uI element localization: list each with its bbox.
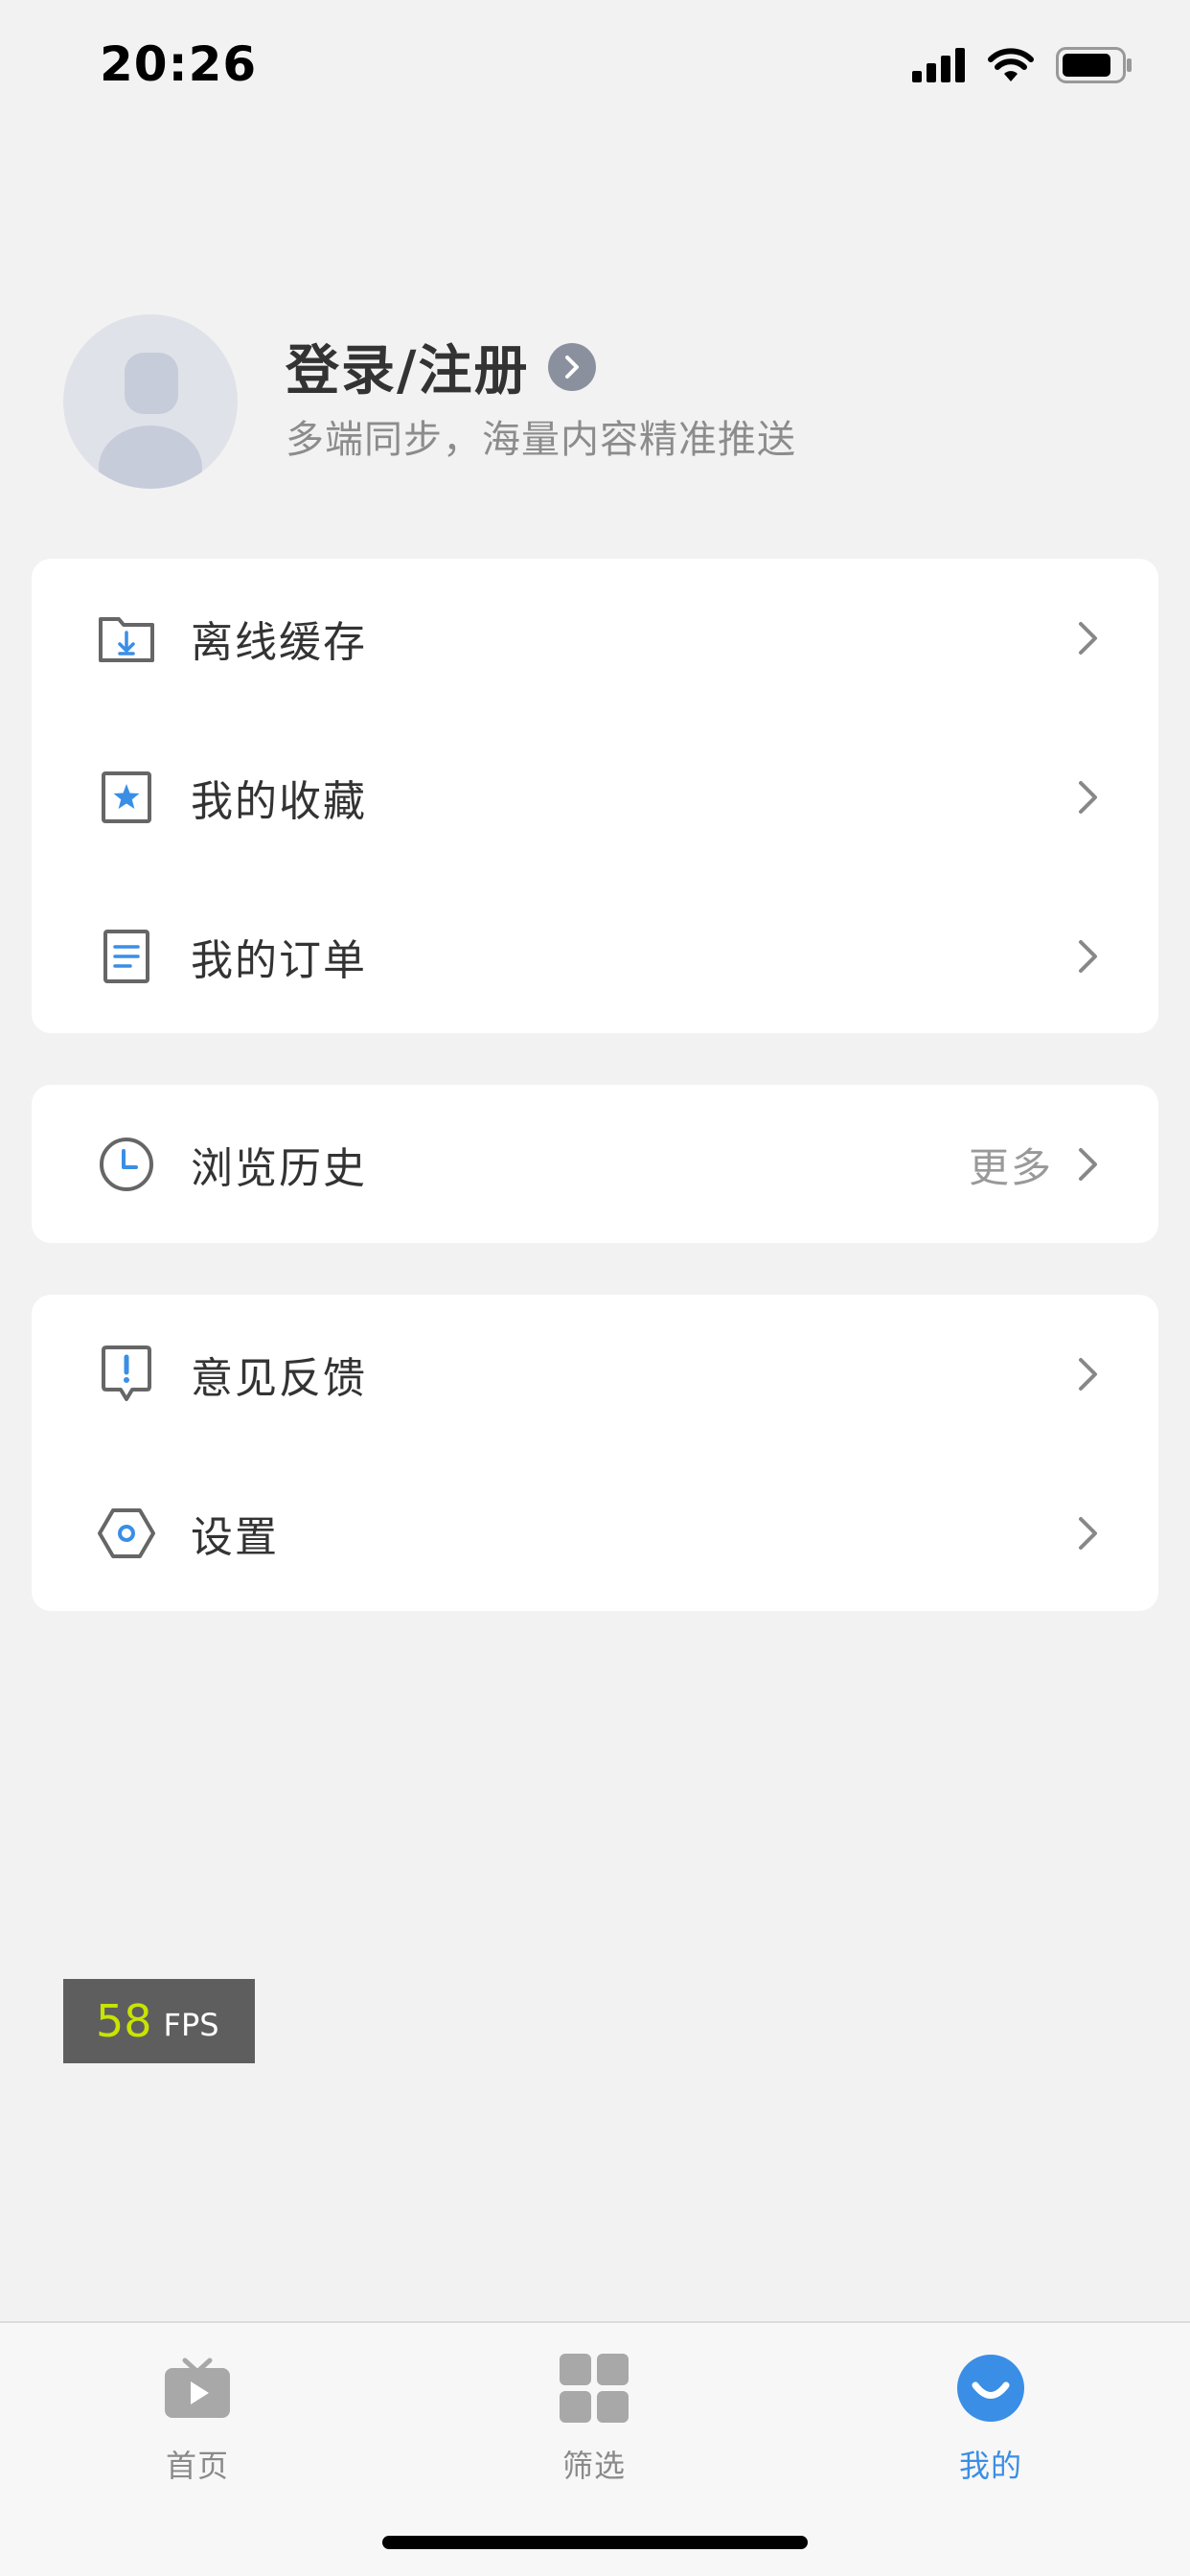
order-document-icon [95, 925, 158, 988]
menu-item-favorites[interactable]: 我的收藏 [32, 718, 1158, 877]
tab-label: 我的 [958, 2448, 1022, 2484]
profile-header[interactable]: 登录/注册 多端同步，海量内容精准推送 [0, 307, 1190, 498]
fps-value: 58 [96, 1995, 152, 2047]
chevron-right-icon [1079, 781, 1097, 814]
login-register-link[interactable]: 登录/注册 [286, 328, 597, 405]
cellular-signal-icon [912, 48, 965, 82]
chevron-right-icon [1079, 1148, 1097, 1181]
tab-home[interactable]: 首页 [102, 2352, 293, 2486]
battery-icon [1056, 47, 1132, 83]
tab-label: 筛选 [561, 2448, 626, 2484]
chevron-right-circle-icon[interactable] [548, 342, 597, 391]
menu-card-support: 意见反馈 设置 [32, 1295, 1158, 1611]
menu-card-main: 离线缓存 我的收藏 我的订单 [32, 559, 1158, 1033]
screen: 20:26 登录/注册 多端同步，海量内容精准推送 离线缓存 我的收藏 我的订单… [0, 0, 1190, 2576]
default-avatar-icon [99, 353, 202, 489]
chevron-right-icon [1079, 1358, 1097, 1391]
chevron-right-icon [1079, 1517, 1097, 1550]
status-icons [912, 44, 1133, 86]
menu-item-orders[interactable]: 我的订单 [32, 877, 1158, 1036]
avatar[interactable] [63, 314, 238, 489]
login-subtitle: 多端同步，海量内容精准推送 [286, 418, 796, 462]
menu-item-feedback[interactable]: 意见反馈 [32, 1295, 1158, 1454]
settings-hexagon-icon [95, 1502, 158, 1565]
menu-item-label: 离线缓存 [191, 618, 367, 667]
status-time: 20:26 [100, 36, 258, 92]
home-indicator[interactable] [382, 2536, 808, 2549]
menu-item-label: 我的收藏 [191, 777, 367, 826]
tv-play-icon [161, 2352, 234, 2425]
fps-counter: 58 FPS [63, 1979, 255, 2063]
menu-item-history[interactable]: 浏览历史 更多 [32, 1085, 1158, 1244]
star-favorite-icon [95, 766, 158, 829]
history-more-link[interactable]: 更多 [969, 1136, 1053, 1194]
menu-item-label: 设置 [191, 1513, 279, 1562]
grid-filter-icon [558, 2352, 630, 2425]
menu-card-history: 浏览历史 更多 [32, 1085, 1158, 1243]
clock-history-icon [95, 1133, 158, 1196]
menu-item-label: 浏览历史 [191, 1144, 367, 1193]
offline-download-icon [95, 607, 158, 670]
menu-item-offline-cache[interactable]: 离线缓存 [32, 559, 1158, 718]
feedback-icon [95, 1343, 158, 1406]
wifi-icon [988, 48, 1034, 81]
chevron-right-icon [1079, 940, 1097, 973]
menu-item-label: 意见反馈 [191, 1354, 367, 1403]
fps-label: FPS [163, 2007, 219, 2043]
tab-filter[interactable]: 筛选 [498, 2352, 690, 2486]
menu-item-label: 我的订单 [191, 936, 367, 985]
tab-label: 首页 [165, 2448, 229, 2484]
login-title[interactable]: 登录/注册 [286, 328, 529, 405]
tab-mine[interactable]: 我的 [895, 2352, 1087, 2486]
chevron-right-icon [1079, 622, 1097, 655]
menu-item-settings[interactable]: 设置 [32, 1454, 1158, 1613]
status-bar: 20:26 [0, 0, 1190, 134]
smile-profile-icon [954, 2352, 1027, 2425]
